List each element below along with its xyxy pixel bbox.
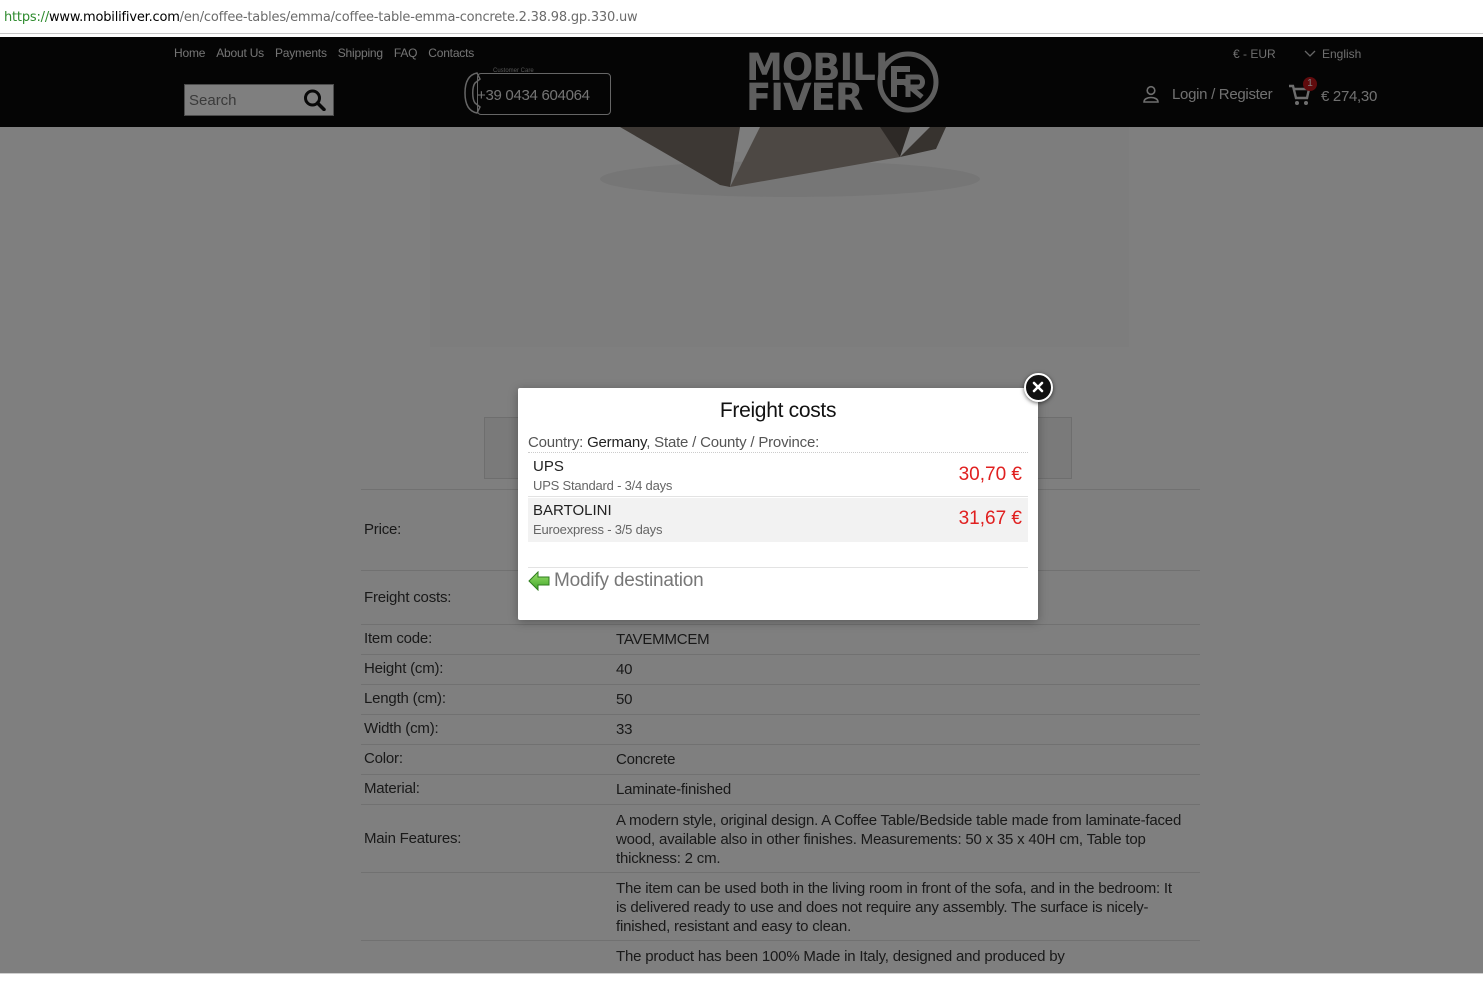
state-label: State / County / Province: <box>654 434 820 451</box>
carrier-name: BARTOLINI <box>533 502 612 519</box>
browser-address-bar[interactable]: https://www.mobilifiver.com/en/coffee-ta… <box>0 0 1483 34</box>
carrier-option-ups[interactable]: UPS UPS Standard - 3/4 days 30,70 € <box>528 454 1028 498</box>
url-host: www.mobilifiver.com <box>49 10 180 25</box>
url-path: /en/coffee-tables/emma/coffee-table-emma… <box>179 10 638 25</box>
carrier-service: Euroexpress - 3/5 days <box>533 522 663 537</box>
carrier-option-bartolini[interactable]: BARTOLINI Euroexpress - 3/5 days 31,67 € <box>528 498 1028 542</box>
back-arrow-icon <box>528 571 550 591</box>
divider <box>528 567 1028 568</box>
address-url[interactable]: https://www.mobilifiver.com/en/coffee-ta… <box>4 10 638 25</box>
carrier-price: 30,70 € <box>958 464 1022 485</box>
modify-destination-label: Modify destination <box>554 570 704 591</box>
close-modal-button[interactable] <box>1024 373 1053 402</box>
modal-title: Freight costs <box>719 399 837 422</box>
url-scheme: https:// <box>4 10 49 25</box>
modify-destination-link[interactable]: Modify destination <box>528 570 704 592</box>
divider <box>528 452 1028 453</box>
browser-status-strip <box>0 973 1483 981</box>
freight-costs-modal: Freight costs Country: Germany, State / … <box>518 388 1038 620</box>
country-value: Germany <box>587 434 647 451</box>
carrier-price: 31,67 € <box>958 508 1022 529</box>
carrier-service: UPS Standard - 3/4 days <box>533 478 673 493</box>
carrier-name: UPS <box>533 458 564 475</box>
destination-separator: , <box>646 434 655 451</box>
close-icon <box>1032 381 1044 393</box>
destination-info: Country: Germany, State / County / Provi… <box>528 434 819 451</box>
divider <box>528 496 1028 497</box>
country-label: Country: <box>528 434 584 451</box>
